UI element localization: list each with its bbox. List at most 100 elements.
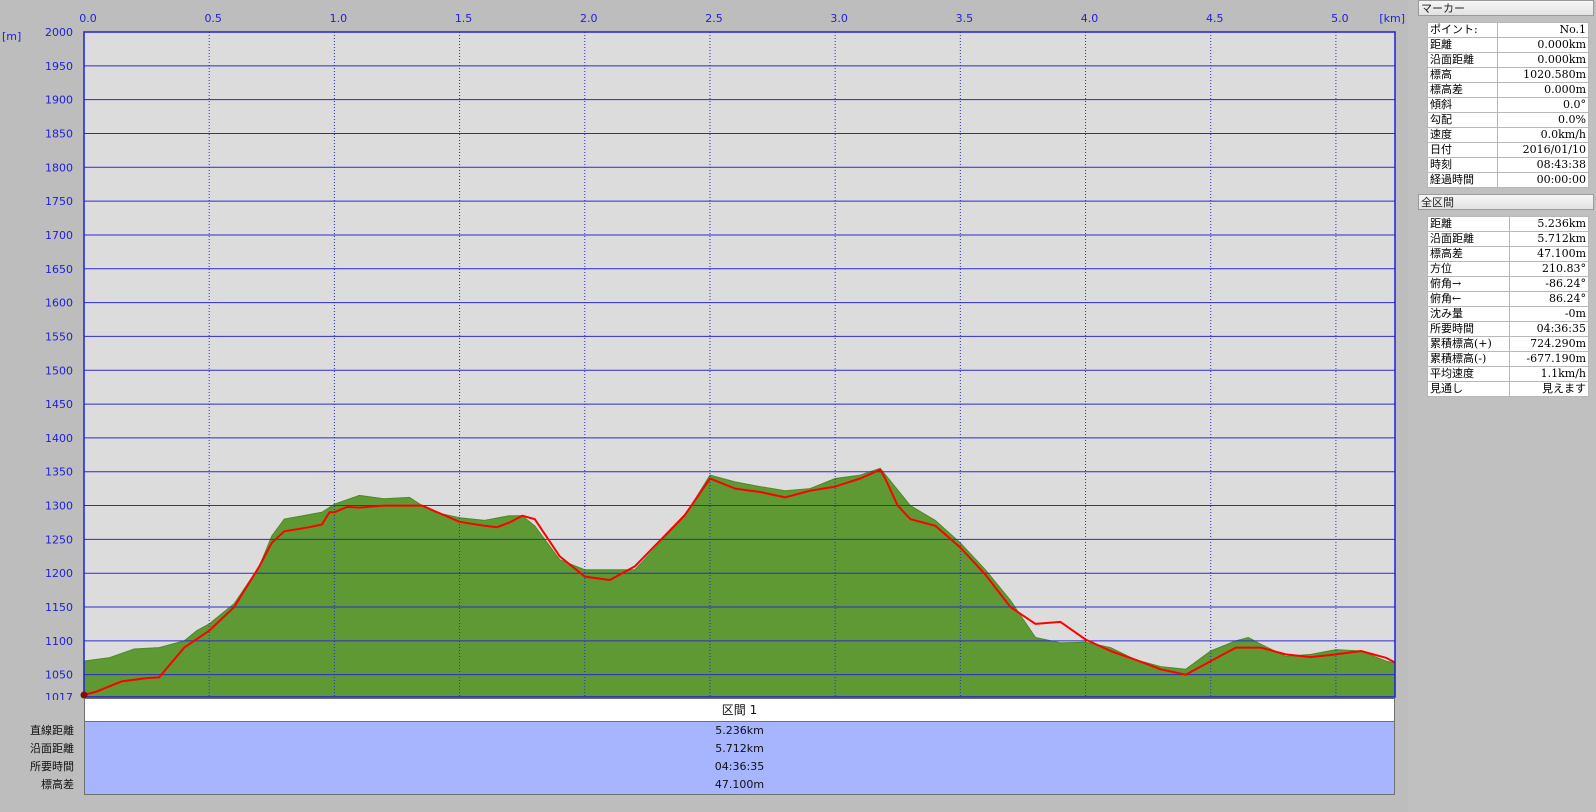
y-tick-label: 1300 (45, 500, 73, 513)
total-row-descent: 累積標高(-) -677.190m (1427, 351, 1590, 367)
section-label-straight-distance: 直線距離 (30, 724, 74, 737)
y-tick-label: 2000 (45, 26, 73, 39)
section-value-duration: 04:36:35 (714, 760, 765, 773)
total-row-sink: 沈み量 -0m (1427, 306, 1590, 322)
section-label-surface-distance: 沿面距離 (30, 742, 74, 755)
x-tick-label: 1.5 (455, 12, 473, 25)
total-row-depression-back: 俯角← 86.24° (1427, 291, 1590, 307)
marker-row-time: 時刻 08:43:38 (1426, 157, 1589, 173)
total-value: 86.24° (1508, 291, 1590, 307)
total-row-bearing: 方位 210.83° (1427, 261, 1590, 277)
section-row-labels: 直線距離 沿面距離 所要時間 標高差 (0, 722, 84, 794)
x-tick-label: 3.0 (830, 12, 848, 25)
marker-label: 時刻 (1426, 157, 1499, 173)
total-row-duration: 所要時間 04:36:35 (1427, 321, 1590, 337)
x-tick-label: 5.0 (1331, 12, 1349, 25)
x-tick-label: 4.5 (1206, 12, 1224, 25)
marker-value: 0.0km/h (1497, 127, 1589, 143)
marker-label: 標高差 (1426, 82, 1499, 98)
marker-row-speed: 速度 0.0km/h (1426, 127, 1589, 143)
marker-row-elevation-diff: 標高差 0.000m (1426, 82, 1589, 98)
total-label: 俯角← (1427, 291, 1510, 307)
y-tick-label: 1950 (45, 60, 73, 73)
total-row-surface-distance: 沿面距離 5.712km (1427, 231, 1590, 247)
marker-label: 経過時間 (1426, 172, 1499, 188)
y-tick-label: 1350 (45, 466, 73, 479)
marker-label: 沿面距離 (1426, 52, 1499, 68)
marker-label: 勾配 (1426, 112, 1499, 128)
marker-info-table: ポイント: No.1 距離 0.000km 沿面距離 0.000km 標高 1020.5… (1426, 22, 1589, 188)
marker-value: 0.000m (1497, 82, 1589, 98)
y-tick-label: 1500 (45, 364, 73, 377)
y-tick-label: 1700 (45, 229, 73, 242)
marker-row-inclination: 傾斜 0.0° (1426, 97, 1589, 113)
total-value: 見えます (1508, 381, 1590, 397)
elevation-profile-chart[interactable]: 0.0 0.5 1.0 1.5 2.0 2.5 3.0 3.5 4.0 4.5 5.0 2000 195… (0, 0, 1408, 700)
total-value: 1.1km/h (1508, 366, 1590, 382)
marker-value: 2016/01/10 (1497, 142, 1589, 158)
marker-label: 距離 (1426, 37, 1499, 53)
total-label: 沈み量 (1427, 306, 1510, 322)
marker-value: No.1 (1497, 22, 1589, 38)
total-row-visibility: 見通し 見えます (1427, 381, 1590, 397)
marker-row-date: 日付 2016/01/10 (1426, 142, 1589, 158)
total-label: 俯角→ (1427, 276, 1510, 292)
marker-value: 0.000km (1497, 37, 1589, 53)
total-label: 所要時間 (1427, 321, 1510, 337)
marker-label: 日付 (1426, 142, 1499, 158)
total-row-elevation-diff: 標高差 47.100m (1427, 246, 1590, 262)
total-panel-header[interactable]: 全区間 (1418, 194, 1594, 210)
marker-row-elapsed: 経過時間 00:00:00 (1426, 172, 1589, 188)
total-value: 04:36:35 (1508, 321, 1590, 337)
total-value: 5.712km (1508, 231, 1590, 247)
section-title[interactable]: 区間 1 (84, 698, 1395, 722)
total-value: 210.83° (1508, 261, 1590, 277)
total-value: -677.190m (1508, 351, 1590, 367)
total-label: 累積標高(+) (1427, 336, 1510, 352)
y-tick-label: 1850 (45, 127, 73, 140)
y-tick-label: 1750 (45, 195, 73, 208)
x-tick-label: 0.0 (79, 12, 97, 25)
marker-row-surface-distance: 沿面距離 0.000km (1426, 52, 1589, 68)
total-label: 標高差 (1427, 246, 1510, 262)
x-tick-label: 0.5 (204, 12, 222, 25)
section-values: 5.236km 5.712km 04:36:35 47.100m (84, 722, 1395, 795)
y-tick-label: 1150 (45, 601, 73, 614)
y-tick-label: 1900 (45, 94, 73, 107)
section-summary: 区間 1 5.236km 5.712km 04:36:35 47.100m (84, 698, 1395, 795)
total-row-depression-forward: 俯角→ -86.24° (1427, 276, 1590, 292)
y-tick-label: 1200 (45, 567, 73, 580)
section-value-straight-distance: 5.236km (715, 724, 764, 737)
y-axis-unit: [m] (2, 30, 21, 43)
marker-label: 速度 (1426, 127, 1499, 143)
marker-value: 0.0% (1497, 112, 1589, 128)
y-tick-label: 1450 (45, 398, 73, 411)
marker-label: 標高 (1426, 67, 1499, 83)
x-axis-unit: [km] (1379, 12, 1405, 25)
section-label-elevation-diff: 標高差 (41, 778, 74, 791)
total-label: 見通し (1427, 381, 1510, 397)
total-value: 47.100m (1508, 246, 1590, 262)
total-label: 方位 (1427, 261, 1510, 277)
total-label: 沿面距離 (1427, 231, 1510, 247)
total-value: 5.236km (1508, 216, 1590, 232)
y-tick-label: 1650 (45, 263, 73, 276)
x-tick-label: 4.0 (1081, 12, 1099, 25)
total-label: 平均速度 (1427, 366, 1510, 382)
marker-row-elevation: 標高 1020.580m (1426, 67, 1589, 83)
marker-row-distance: 距離 0.000km (1426, 37, 1589, 53)
marker-label: ポイント: (1426, 22, 1499, 38)
y-tick-label: 1550 (45, 330, 73, 343)
total-row-avg-speed: 平均速度 1.1km/h (1427, 366, 1590, 382)
section-label-duration: 所要時間 (30, 760, 74, 773)
total-value: 724.290m (1508, 336, 1590, 352)
marker-label: 傾斜 (1426, 97, 1499, 113)
section-value-elevation-diff: 47.100m (714, 778, 765, 791)
x-tick-label: 3.5 (956, 12, 974, 25)
marker-panel-header[interactable]: マーカー (1418, 0, 1594, 16)
total-label: 距離 (1427, 216, 1510, 232)
total-row-distance: 距離 5.236km (1427, 216, 1590, 232)
marker-value: 1020.580m (1497, 67, 1589, 83)
y-tick-label: 1250 (45, 533, 73, 546)
elevation-chart-area: 0.0 0.5 1.0 1.5 2.0 2.5 3.0 3.5 4.0 4.5 5.0 2000 195… (0, 0, 1408, 812)
